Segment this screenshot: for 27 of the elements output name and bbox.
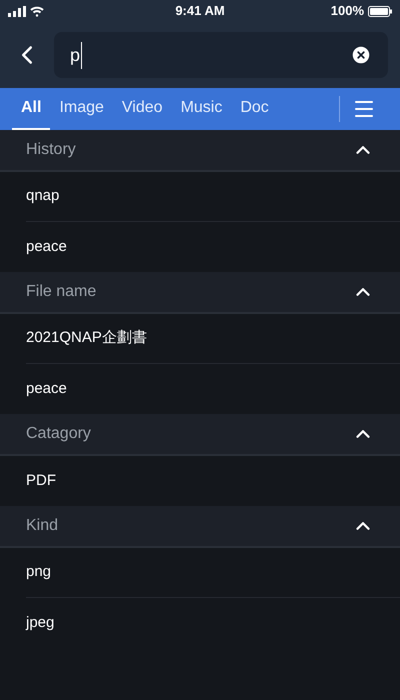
wifi-icon	[30, 6, 44, 16]
search-field[interactable]: p	[54, 32, 388, 78]
section-header[interactable]: File name	[0, 272, 400, 314]
section-title: History	[26, 140, 76, 160]
clear-icon[interactable]	[350, 44, 372, 66]
result-item[interactable]: 2021QNAP企劃書	[26, 327, 147, 350]
tab[interactable]: Doc	[231, 88, 278, 130]
section-header[interactable]: Catagory	[0, 414, 400, 456]
status-time: 9:41 AM	[175, 2, 225, 20]
section-header[interactable]: History	[0, 130, 400, 172]
result-item[interactable]: peace	[26, 236, 67, 258]
battery-percent: 100%	[330, 2, 364, 20]
search-text: p	[70, 42, 82, 68]
result-item[interactable]: png	[26, 561, 52, 584]
section-title: File name	[26, 282, 96, 302]
result-item[interactable]: peace	[26, 378, 67, 400]
result-item[interactable]: qnap	[26, 185, 60, 208]
signal-icon	[8, 6, 26, 16]
section-header[interactable]: Kind	[0, 506, 400, 548]
result-item[interactable]: PDF	[26, 470, 56, 492]
tab[interactable]: Image	[50, 88, 113, 130]
result-item[interactable]: jpeg	[26, 612, 54, 634]
battery-icon	[368, 6, 392, 16]
section-title: Kind	[26, 516, 58, 536]
section-title: Catagory	[26, 424, 91, 444]
tab[interactable]: Music	[172, 88, 232, 130]
tab[interactable]: Video	[112, 88, 172, 130]
